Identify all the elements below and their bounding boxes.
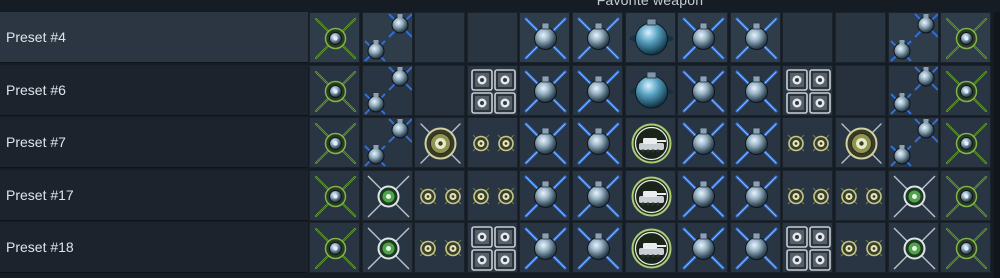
weapon-slot[interactable] — [624, 12, 676, 63]
empty-slot[interactable] — [782, 12, 834, 63]
preset-row[interactable]: Preset #6 — [0, 64, 1000, 118]
weapon-slots — [309, 117, 1000, 169]
header: Favorite weapon — [0, 0, 1000, 11]
weapon-slot[interactable] — [361, 64, 413, 116]
weapon-slot[interactable] — [835, 117, 886, 169]
weapon-slot[interactable] — [309, 64, 360, 116]
weapon-slot[interactable] — [624, 169, 676, 221]
empty-slot[interactable] — [414, 12, 466, 63]
weapon-slot[interactable] — [835, 222, 886, 274]
weapon-slot[interactable] — [414, 117, 466, 169]
weapon-slot[interactable] — [887, 169, 939, 221]
weapon-slot[interactable] — [729, 222, 781, 274]
weapon-slot[interactable] — [309, 169, 360, 221]
weapon-slot[interactable] — [940, 64, 992, 116]
weapon-slot[interactable] — [519, 222, 571, 274]
weapon-slot[interactable] — [887, 117, 939, 169]
weapon-slot[interactable] — [940, 169, 992, 221]
weapon-slot[interactable] — [361, 169, 413, 221]
weapon-slot[interactable] — [519, 169, 571, 221]
weapon-slot[interactable] — [729, 12, 781, 63]
weapon-slot[interactable] — [572, 12, 623, 63]
preset-row[interactable]: Preset #4 — [0, 12, 1000, 65]
weapon-slot[interactable] — [361, 222, 413, 274]
weapon-slot[interactable] — [466, 117, 518, 169]
weapon-slot[interactable] — [835, 169, 886, 221]
weapon-slot[interactable] — [361, 12, 413, 63]
weapon-slot[interactable] — [677, 64, 729, 116]
empty-slot[interactable] — [466, 12, 518, 63]
weapon-slot[interactable] — [729, 117, 781, 169]
weapon-slot[interactable] — [361, 117, 413, 169]
weapon-slot[interactable] — [624, 222, 676, 274]
preset-label[interactable]: Preset #18 — [0, 222, 308, 274]
weapon-slot[interactable] — [887, 222, 939, 274]
weapon-slot[interactable] — [519, 12, 571, 63]
weapon-slots — [309, 64, 1000, 116]
weapon-slots — [309, 12, 1000, 63]
weapon-slots — [309, 169, 1000, 221]
scrollbar[interactable] — [994, 12, 1000, 278]
weapon-slot[interactable] — [782, 169, 834, 221]
weapon-slot[interactable] — [677, 169, 729, 221]
preset-row[interactable]: Preset #18 — [0, 222, 1000, 275]
weapon-slot[interactable] — [677, 222, 729, 274]
weapon-slot[interactable] — [414, 222, 466, 274]
empty-slot[interactable] — [835, 64, 886, 116]
weapon-slot[interactable] — [466, 222, 518, 274]
weapon-slot[interactable] — [887, 12, 939, 63]
preset-label[interactable]: Preset #6 — [0, 64, 308, 116]
preset-label[interactable]: Preset #7 — [0, 117, 308, 169]
weapon-slot[interactable] — [887, 64, 939, 116]
weapon-slot[interactable] — [624, 117, 676, 169]
preset-row[interactable]: Preset #17 — [0, 169, 1000, 223]
weapon-slot[interactable] — [729, 169, 781, 221]
weapon-slot[interactable] — [572, 117, 623, 169]
weapon-slot[interactable] — [519, 64, 571, 116]
weapon-slot[interactable] — [729, 64, 781, 116]
weapon-slots — [309, 222, 1000, 274]
weapon-slot[interactable] — [940, 117, 992, 169]
weapon-slot[interactable] — [309, 117, 360, 169]
preset-list: Preset #4 Preset #6 Preset #7 Preset #17… — [0, 12, 1000, 275]
preset-label[interactable]: Preset #4 — [0, 12, 308, 63]
weapon-slot[interactable] — [309, 222, 360, 274]
weapon-slot[interactable] — [572, 169, 623, 221]
header-title: Favorite weapon — [596, 0, 704, 8]
empty-slot[interactable] — [414, 64, 466, 116]
weapon-slot[interactable] — [572, 64, 623, 116]
weapon-slot[interactable] — [782, 222, 834, 274]
weapon-slot[interactable] — [466, 169, 518, 221]
weapon-slot[interactable] — [466, 64, 518, 116]
weapon-slot[interactable] — [309, 12, 360, 63]
weapon-slot[interactable] — [782, 64, 834, 116]
weapon-slot[interactable] — [572, 222, 623, 274]
weapon-slot[interactable] — [677, 12, 729, 63]
weapon-slot[interactable] — [782, 117, 834, 169]
weapon-slot[interactable] — [940, 12, 992, 63]
weapon-slot[interactable] — [940, 222, 992, 274]
weapon-slot[interactable] — [624, 64, 676, 116]
weapon-slot[interactable] — [677, 117, 729, 169]
preset-row[interactable]: Preset #7 — [0, 117, 1000, 170]
weapon-slot[interactable] — [414, 169, 466, 221]
preset-label[interactable]: Preset #17 — [0, 169, 308, 221]
weapon-slot[interactable] — [519, 117, 571, 169]
empty-slot[interactable] — [835, 12, 886, 63]
